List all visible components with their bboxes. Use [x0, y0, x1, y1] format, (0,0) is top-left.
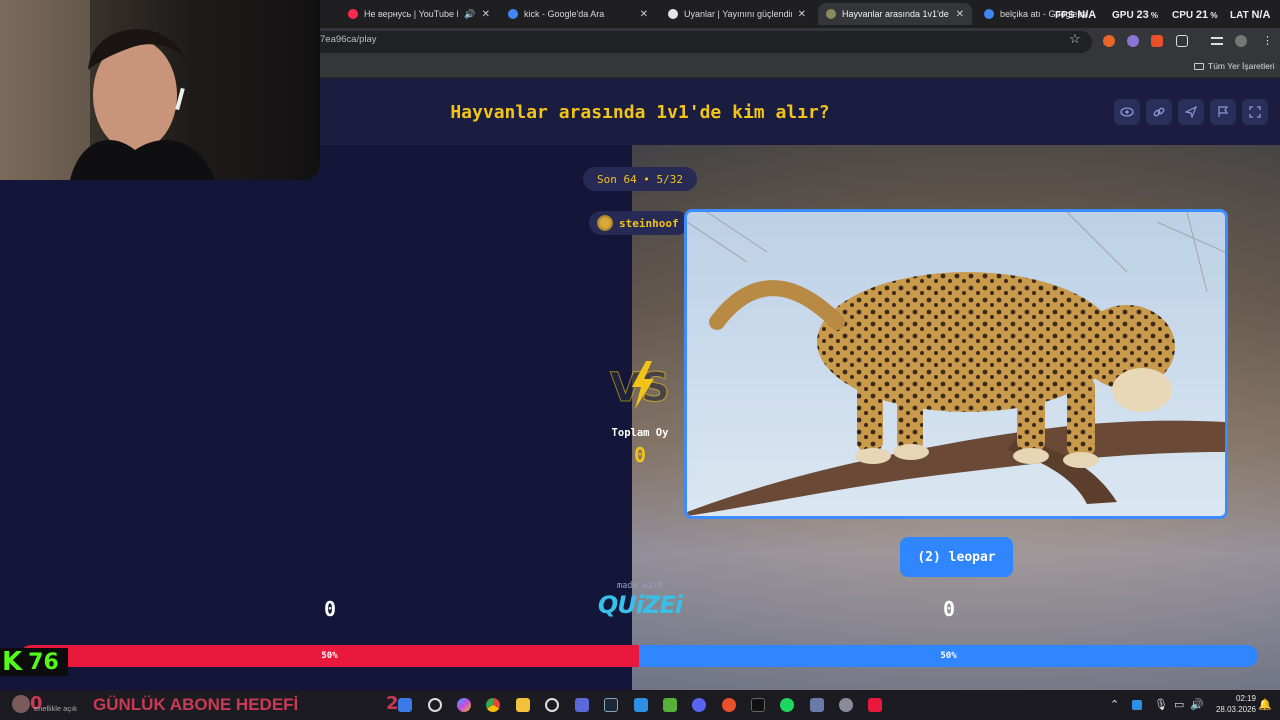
fps-readout: FPS N/A — [1055, 9, 1097, 21]
tab-uyanlar[interactable]: Uyanlar | Yayınını güçlendirmek ✕ — [660, 3, 814, 25]
tab-close-icon[interactable]: ✕ — [798, 9, 806, 20]
youtube-music-icon — [348, 9, 358, 19]
microphone-icon[interactable]: 🎙 — [1154, 698, 1168, 711]
app-icon[interactable] — [751, 698, 765, 712]
clock-time: 02:19 — [1235, 694, 1256, 703]
eye-icon[interactable] — [1114, 99, 1140, 125]
creator-badge[interactable]: steinhoof — [589, 211, 689, 235]
system-clock[interactable]: 02:19 28.03.2026 — [1210, 693, 1256, 715]
creator-name: steinhoof — [619, 216, 679, 230]
windows-start-icon[interactable] — [398, 698, 412, 712]
url-text[interactable]: 7ea96ca/play — [320, 34, 377, 45]
search-icon[interactable] — [428, 698, 442, 712]
lat-readout: LAT N/A — [1230, 9, 1271, 21]
total-votes-value: 0 — [633, 443, 647, 467]
link-icon[interactable] — [1146, 99, 1172, 125]
total-votes-label: Toplam Oy — [611, 427, 669, 439]
extension-icon[interactable] — [1103, 35, 1115, 47]
quizei-logo[interactable]: QUiZEi — [590, 591, 690, 619]
streamer-video — [0, 0, 215, 180]
all-bookmarks-folder[interactable]: Tüm Yer İşaretleri — [1194, 61, 1275, 71]
spotify-icon[interactable] — [780, 698, 794, 712]
google-icon — [508, 9, 518, 19]
profile-avatar[interactable] — [1235, 35, 1247, 47]
app-icon[interactable] — [810, 698, 824, 712]
app-icon[interactable] — [868, 698, 882, 712]
chevron-up-icon[interactable]: ⌃ — [1110, 698, 1119, 711]
app-icon[interactable] — [722, 698, 736, 712]
fullscreen-icon[interactable] — [1242, 99, 1268, 125]
clock-date: 28.03.2026 — [1215, 705, 1256, 714]
streamer-avatar — [12, 695, 30, 713]
tab-title: Hayvanlar arasında 1v1'de kim — [842, 9, 950, 19]
tab-title: Не вернусь | YouTube Mu — [364, 9, 458, 19]
made-with-label: made with — [616, 581, 664, 591]
copilot-icon[interactable] — [457, 698, 471, 712]
app-icon[interactable] — [575, 698, 589, 712]
kick-viewer-badge: K 76 — [0, 648, 68, 676]
tab-close-icon[interactable]: ✕ — [482, 9, 490, 20]
quiz-site-icon — [826, 9, 836, 19]
settings-icon[interactable] — [839, 698, 853, 712]
tab-title: Uyanlar | Yayınını güçlendirmek — [684, 9, 792, 19]
file-explorer-icon[interactable] — [516, 698, 530, 712]
bookmarks-label: Tüm Yer İşaretleri — [1208, 61, 1275, 71]
taskbar: 0 enellikle açık GÜNLÜK ABONE HEDEFİ 2 ⌃… — [0, 690, 1280, 720]
extension-icon[interactable] — [1127, 35, 1139, 47]
tab-youtube-music[interactable]: Не вернусь | YouTube Mu 🔊 ✕ — [340, 3, 498, 25]
volume-icon[interactable]: 🔊 — [1190, 698, 1204, 711]
tab-google-kick[interactable]: kick - Google'da Ara ✕ — [500, 3, 656, 25]
right-vote-bar: 50% — [639, 645, 1258, 667]
subscriber-goal-label: GÜNLÜK ABONE HEDEFİ — [93, 695, 299, 714]
round-indicator: Son 64 • 5/32 — [583, 167, 697, 191]
notification-icon[interactable]: 🔔 — [1258, 698, 1272, 711]
right-percent-label: 50% — [940, 651, 957, 661]
steam-icon[interactable] — [604, 698, 618, 712]
folder-icon — [1194, 63, 1204, 70]
send-icon[interactable] — [1178, 99, 1204, 125]
left-percent-label: 50% — [321, 651, 338, 661]
choice-button-leopar[interactable]: (2) leopar — [900, 537, 1013, 577]
left-score: 0 — [323, 597, 337, 621]
choice-image-leopard[interactable] — [684, 209, 1228, 519]
tab-close-icon[interactable]: ✕ — [640, 9, 648, 20]
kick-logo: K — [2, 647, 23, 677]
tray-app-icon[interactable] — [1132, 700, 1142, 710]
speaker-icon[interactable]: 🔊 — [464, 9, 475, 20]
chrome-icon[interactable] — [486, 698, 500, 712]
right-score: 0 — [942, 597, 956, 621]
network-icon[interactable]: ▭ — [1174, 698, 1184, 711]
bookmark-star-icon[interactable]: ☆ — [1069, 31, 1081, 47]
app-icon[interactable] — [634, 698, 648, 712]
svg-text:VS: VS — [610, 365, 670, 411]
avatar — [597, 215, 613, 231]
gpu-readout: GPU 23 % — [1112, 9, 1159, 21]
menu-kebab-icon[interactable]: ⋮ — [1262, 34, 1273, 47]
goal-target: 2 — [386, 693, 399, 714]
viewer-count: 76 — [28, 649, 59, 675]
google-icon — [984, 9, 994, 19]
tab-title: kick - Google'da Ara — [524, 9, 605, 19]
tab-close-icon[interactable]: ✕ — [956, 9, 964, 20]
tab-quiz-active[interactable]: Hayvanlar arasında 1v1'de kim ✕ — [818, 3, 972, 25]
discord-icon[interactable] — [692, 698, 706, 712]
left-vote-bar: 50% — [20, 645, 639, 667]
screen: ⌄ Не вернусь | YouTube Mu 🔊 ✕ kick - Goo… — [0, 0, 1280, 720]
cpu-readout: CPU 21 % — [1172, 9, 1218, 21]
goal-note: enellikle açık — [34, 704, 77, 713]
site-icon — [668, 9, 678, 19]
leopard-photo — [687, 212, 1225, 516]
app-icon[interactable] — [663, 698, 677, 712]
obs-icon[interactable] — [545, 698, 559, 712]
puzzle-icon[interactable] — [1176, 35, 1188, 47]
vs-lightning-icon: VS — [610, 361, 670, 412]
extension-icon[interactable] — [1151, 35, 1163, 47]
webcam-overlay — [0, 0, 320, 180]
flag-icon[interactable] — [1210, 99, 1236, 125]
reading-list-icon[interactable] — [1211, 37, 1223, 45]
